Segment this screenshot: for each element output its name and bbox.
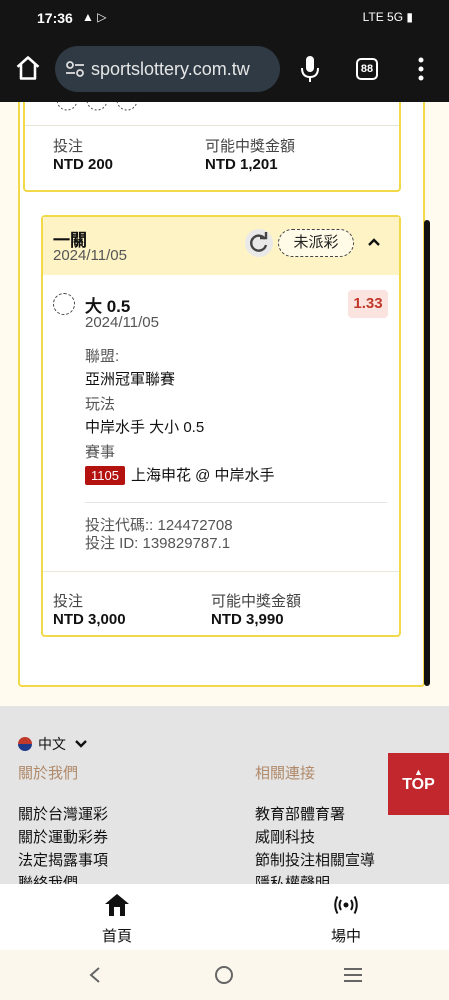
stake-summary: 投注 NTD 3,000 [53,590,126,628]
divider [43,571,399,572]
footer-link[interactable]: 教育部體育署 [255,803,375,826]
live-broadcast-icon [334,896,358,914]
tab-live-label: 場中 [330,928,361,945]
previous-bet-card: 投注 NTD 200 可能中獎金額 NTD 1,201 [23,102,401,192]
system-nav-bar [0,950,449,1000]
match-label: 賽事 [85,444,116,461]
tab-home[interactable]: 首頁 [72,892,162,946]
potential-win-summary: 可能中獎金額 NTD 1,201 [205,135,295,173]
footer-link[interactable]: 聯絡我們 [18,872,108,884]
language-label: 中文 [38,736,66,752]
refresh-button[interactable] [245,229,273,257]
stake-summary: 投注 NTD 200 [53,135,113,173]
stake-label: 投注 [53,138,84,155]
back-icon[interactable] [88,966,102,984]
odds-badge: 1.33 [348,290,388,318]
footer-link[interactable]: 法定揭露事項 [18,849,108,872]
home-icon [105,894,129,916]
potential-win-value: NTD 3,990 [211,611,284,628]
refresh-icon [250,232,268,252]
footer-link[interactable]: 威剛科技 [255,826,375,849]
bet-codes: 投注代碼:: 124472708 投注 ID: 139829787.1 [85,517,233,553]
stake-value: NTD 3,000 [53,611,126,628]
scrollbar[interactable] [424,220,430,686]
league-detail: 聯盟: 亞洲冠軍聯賽 [85,345,175,389]
stake-label: 投注 [53,593,84,610]
divider [25,125,399,126]
tab-home-label: 首頁 [101,928,132,945]
status-bar: 17:36 ▲ ▷ LTE 5G ▮ [0,0,449,36]
footer-heading: 相關連接 [255,765,316,782]
microphone-icon[interactable] [298,54,322,84]
footer-link[interactable]: 隱私權聲明 [255,872,375,884]
address-bar[interactable]: sportslottery.com.tw [55,46,280,92]
bet-card: 一關 2024/11/05 未派彩 大 0.5 2024/11/05 1.33 … [41,215,401,637]
arrow-up-icon: ▲ [414,767,423,777]
bet-history-content: 投注 NTD 200 可能中獎金額 NTD 1,201 一關 2024/11/0… [0,102,449,706]
home-circle-icon[interactable] [214,965,234,985]
recents-icon[interactable] [343,967,363,983]
site-footer: 中文 關於我們 關於台灣運彩 關於運動彩券 法定揭露事項 聯絡我們 相關連接 教… [0,706,449,884]
back-to-top-button[interactable]: ▲ TOP [388,753,449,815]
match-value: 上海申花 @ 中岸水手 [130,467,275,484]
tab-live[interactable]: 場中 [301,892,391,946]
stake-value: NTD 200 [53,156,114,173]
status-badge: 未派彩 [278,229,354,257]
chevron-down-icon [75,740,87,748]
bet-card-header[interactable]: 一關 2024/11/05 未派彩 [43,217,399,275]
browser-toolbar: sportslottery.com.tw 88 [0,36,449,102]
match-row: 1105 上海申花 @ 中岸水手 [85,464,275,485]
more-menu-icon[interactable] [415,56,427,82]
footer-link[interactable]: 關於台灣運彩 [18,803,108,826]
play-detail: 玩法 中岸水手 大小 0.5 [85,393,204,437]
match-id-badge: 1105 [85,466,125,485]
footer-link[interactable]: 節制投注相關宣導 [255,849,375,872]
signal-battery-icons: LTE 5G ▮ [362,10,413,24]
bottom-tab-bar: 首頁 場中 [0,884,449,950]
potential-win-value: NTD 1,201 [205,156,278,173]
bet-code: 投注代碼:: 124472708 [85,517,233,534]
url-text: sportslottery.com.tw [91,59,250,79]
flag-icon [18,737,32,751]
selection-status-icon [53,293,75,315]
potential-win-label: 可能中獎金額 [205,138,296,155]
notification-icons: ▲ ▷ [82,10,107,24]
home-icon[interactable] [14,54,42,82]
bet-id: 投注 ID: 139829787.1 [85,535,231,552]
bet-date: 2024/11/05 [53,247,127,264]
language-selector[interactable]: 中文 [18,734,88,754]
chevron-up-icon[interactable] [365,233,383,251]
match-detail: 賽事 1105 上海申花 @ 中岸水手 [85,441,275,485]
site-settings-icon[interactable] [65,60,85,78]
potential-win-label: 可能中獎金額 [211,593,302,610]
play-label: 玩法 [85,396,116,413]
divider [85,502,387,503]
status-time: 17:36 [37,10,73,26]
tab-switcher-button[interactable]: 88 [356,58,378,80]
league-label: 聯盟: [85,348,120,365]
league-value: 亞洲冠軍聯賽 [85,371,176,388]
top-label: TOP [402,776,435,793]
footer-about-column: 關於我們 關於台灣運彩 關於運動彩券 法定揭露事項 聯絡我們 [18,762,108,884]
play-value: 中岸水手 大小 0.5 [85,419,205,436]
selection-circles [57,102,137,111]
selection-date: 2024/11/05 [85,314,159,331]
potential-win-summary: 可能中獎金額 NTD 3,990 [211,590,301,628]
footer-link[interactable]: 關於運動彩券 [18,826,108,849]
footer-links-column: 相關連接 教育部體育署 威剛科技 節制投注相關宣導 隱私權聲明 [255,762,375,884]
footer-heading: 關於我們 [18,765,79,782]
